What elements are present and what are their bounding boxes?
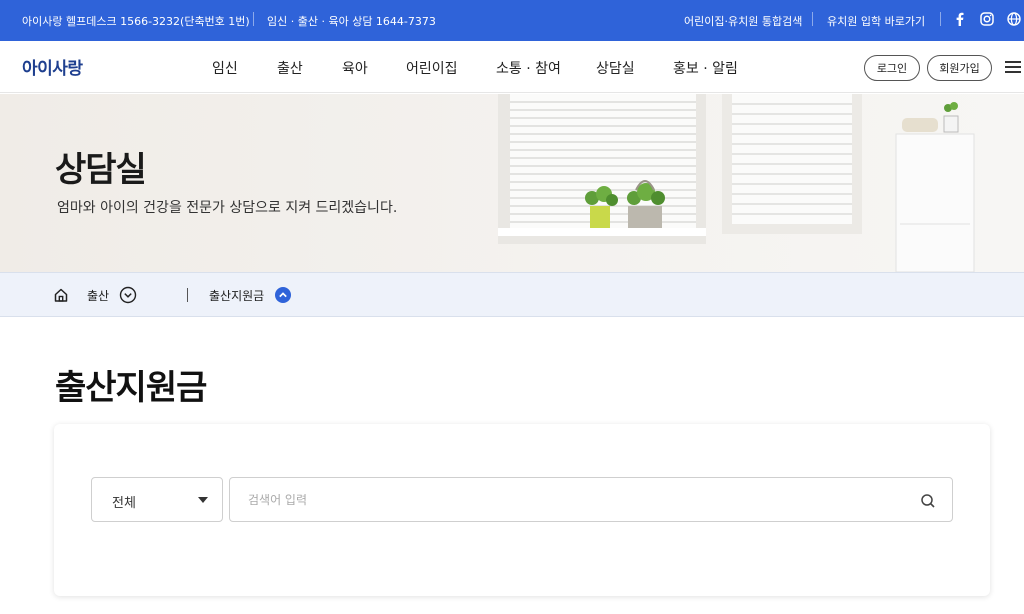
kindergarten-admission-link[interactable]: 유치원 입학 바로가기 xyxy=(827,13,925,29)
hero-subtitle: 엄마와 아이의 건강을 전문가 상담으로 지켜 드리겠습니다. xyxy=(57,200,398,216)
instagram-icon[interactable] xyxy=(979,11,995,27)
search-input[interactable] xyxy=(248,488,888,512)
home-icon[interactable] xyxy=(53,287,69,303)
chevron-down-icon[interactable] xyxy=(119,286,137,304)
breadcrumb-level2[interactable]: 출산지원금 xyxy=(209,287,264,304)
hero-title: 상담실 xyxy=(55,150,147,190)
category-select[interactable]: 전체 xyxy=(91,477,223,522)
menu-community[interactable]: 소통 · 참여 xyxy=(496,58,561,78)
main-navigation: 아이사랑 임신 출산 육아 어린이집 소통 · 참여 상담실 홍보 · 알림 로… xyxy=(0,41,1024,93)
menu-birth[interactable]: 출산 xyxy=(277,58,303,78)
divider xyxy=(253,12,254,26)
menu-pregnancy[interactable]: 임신 xyxy=(212,58,238,78)
globe-icon[interactable] xyxy=(1006,11,1022,27)
room-illustration xyxy=(0,94,1024,272)
breadcrumb-divider xyxy=(187,288,188,302)
category-select-value: 전체 xyxy=(112,496,136,511)
search-field[interactable] xyxy=(229,477,953,522)
page-title: 출산지원금 xyxy=(55,368,207,408)
facebook-icon[interactable] xyxy=(952,11,968,27)
divider xyxy=(940,12,941,26)
signup-button[interactable]: 회원가입 xyxy=(927,55,992,81)
search-panel: 전체 xyxy=(54,424,990,596)
menu-counseling[interactable]: 상담실 xyxy=(596,58,635,78)
breadcrumb-level1[interactable]: 출산 xyxy=(87,287,109,304)
helpdesk-text: 아이사랑 헬프데스크 1566-3232(단축번호 1번) xyxy=(22,15,250,28)
hamburger-menu-icon[interactable] xyxy=(1005,61,1021,73)
divider xyxy=(812,12,813,26)
hero-banner: 상담실 엄마와 아이의 건강을 전문가 상담으로 지켜 드리겠습니다. xyxy=(0,94,1024,272)
menu-daycare[interactable]: 어린이집 xyxy=(406,58,458,78)
site-logo[interactable]: 아이사랑 xyxy=(22,54,83,79)
search-icon[interactable] xyxy=(920,493,936,509)
login-button[interactable]: 로그인 xyxy=(864,55,920,81)
breadcrumb: 출산 출산지원금 xyxy=(0,272,1024,317)
integrated-search-link[interactable]: 어린이집·유치원 통합검색 xyxy=(684,13,802,29)
chevron-up-icon[interactable] xyxy=(274,286,292,304)
menu-notice[interactable]: 홍보 · 알림 xyxy=(673,58,738,78)
counsel-phone-text: 임신 · 출산 · 육아 상담 1644-7373 xyxy=(267,15,436,28)
top-utility-bar: 아이사랑 헬프데스크 1566-3232(단축번호 1번) 임신 · 출산 · … xyxy=(0,0,1024,41)
caret-down-icon xyxy=(198,497,208,503)
menu-childcare[interactable]: 육아 xyxy=(342,58,368,78)
